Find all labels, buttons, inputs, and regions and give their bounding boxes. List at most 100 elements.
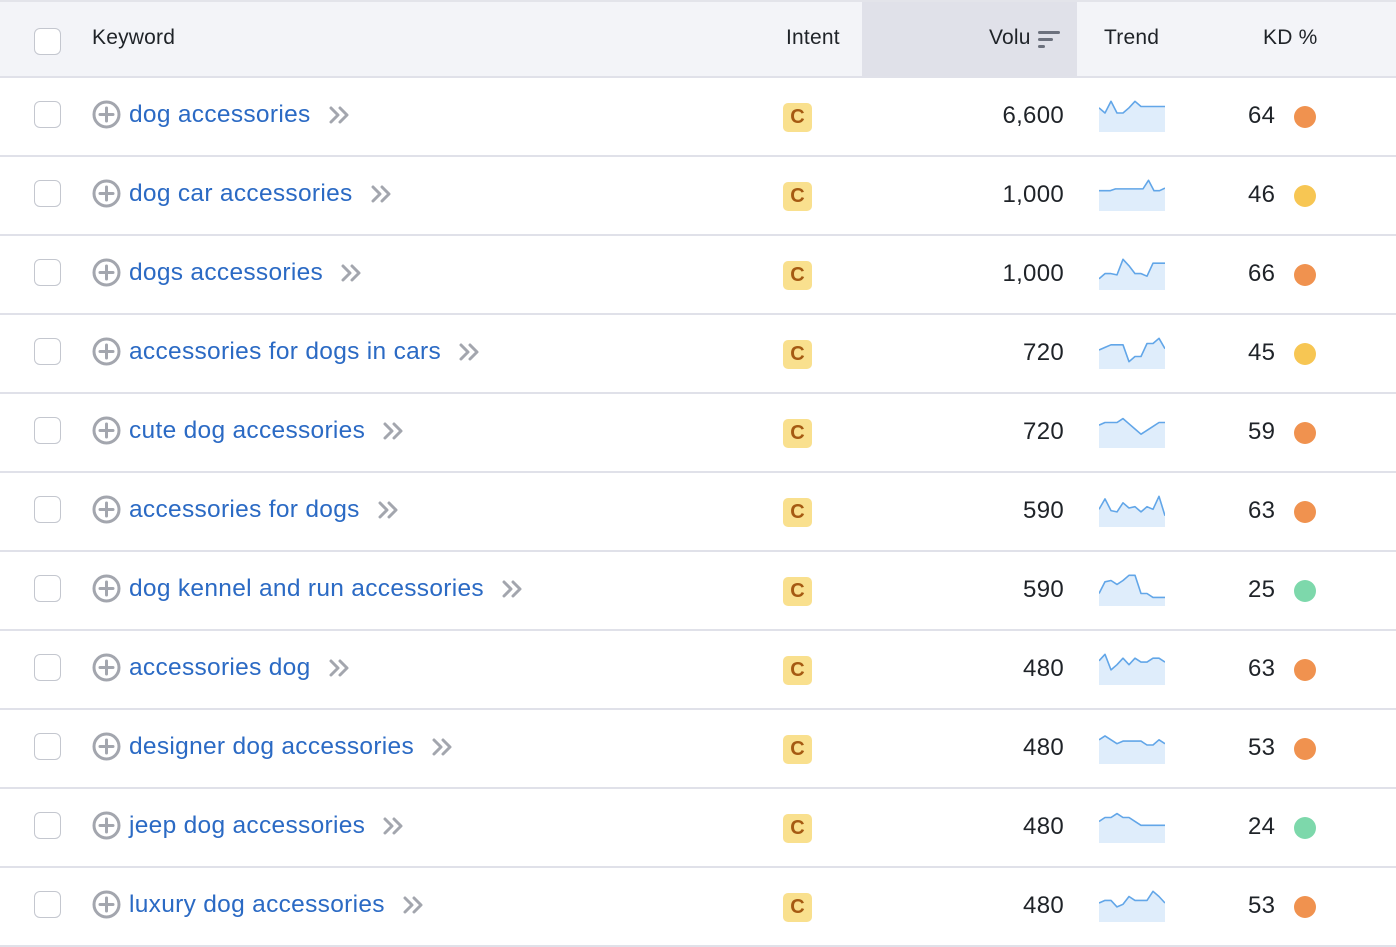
kd-difficulty-dot xyxy=(1294,738,1316,760)
kd-difficulty-dot xyxy=(1294,185,1316,207)
kd-difficulty-dot xyxy=(1294,817,1316,839)
keyword-cell: jeep dog accessories xyxy=(92,811,406,840)
table-row: luxury dog accessories C 480 53 xyxy=(0,868,1396,947)
keyword-link[interactable]: dog car accessories xyxy=(129,180,353,208)
keyword-link[interactable]: jeep dog accessories xyxy=(129,812,365,840)
kd-value: 24 xyxy=(1248,813,1276,840)
column-header-trend[interactable]: Trend xyxy=(1104,26,1159,50)
kd-difficulty-dot xyxy=(1294,343,1316,365)
keyword-details-chevrons-icon[interactable] xyxy=(377,500,401,520)
column-header-intent[interactable]: Intent xyxy=(786,26,840,50)
intent-badge-commercial[interactable]: C xyxy=(783,261,812,290)
keyword-details-chevrons-icon[interactable] xyxy=(370,184,394,204)
trend-area xyxy=(1099,180,1165,211)
column-header-keyword[interactable]: Keyword xyxy=(92,26,175,50)
row-checkbox[interactable] xyxy=(34,812,61,839)
add-to-list-icon[interactable] xyxy=(92,574,121,603)
row-checkbox[interactable] xyxy=(34,417,61,444)
volume-value: 720 xyxy=(1023,418,1064,445)
row-checkbox[interactable] xyxy=(34,654,61,681)
intent-badge-commercial[interactable]: C xyxy=(783,893,812,922)
keyword-link[interactable]: cute dog accessories xyxy=(129,417,365,445)
trend-area xyxy=(1099,575,1165,606)
add-to-list-icon[interactable] xyxy=(92,495,121,524)
keyword-link[interactable]: dog kennel and run accessories xyxy=(129,575,484,603)
add-to-list-icon[interactable] xyxy=(92,890,121,919)
intent-badge-commercial[interactable]: C xyxy=(783,103,812,132)
intent-badge-commercial[interactable]: C xyxy=(783,498,812,527)
select-all-checkbox[interactable] xyxy=(34,28,61,55)
table-row: dog kennel and run accessories C 590 25 xyxy=(0,552,1396,631)
keyword-details-chevrons-icon[interactable] xyxy=(402,895,426,915)
keyword-table: Keyword Intent Volu Trend KD % dog acces… xyxy=(0,0,1396,947)
row-checkbox[interactable] xyxy=(34,733,61,760)
keyword-details-chevrons-icon[interactable] xyxy=(382,421,406,441)
table-row: dogs accessories C 1,000 66 xyxy=(0,236,1396,315)
keyword-link[interactable]: accessories for dogs in cars xyxy=(129,338,441,366)
keyword-details-chevrons-icon[interactable] xyxy=(458,342,482,362)
keyword-link[interactable]: designer dog accessories xyxy=(129,733,414,761)
intent-badge-commercial[interactable]: C xyxy=(783,340,812,369)
keyword-cell: designer dog accessories xyxy=(92,732,455,761)
row-checkbox[interactable] xyxy=(34,180,61,207)
intent-badge-commercial[interactable]: C xyxy=(783,735,812,764)
keyword-cell: accessories for dogs xyxy=(92,495,401,524)
trend-sparkline xyxy=(1099,179,1165,211)
trend-sparkline xyxy=(1099,417,1165,448)
row-checkbox[interactable] xyxy=(34,101,61,128)
keyword-details-chevrons-icon[interactable] xyxy=(328,658,352,678)
keyword-link[interactable]: accessories for dogs xyxy=(129,496,360,524)
keyword-details-chevrons-icon[interactable] xyxy=(382,816,406,836)
add-to-list-icon[interactable] xyxy=(92,653,121,682)
keyword-link[interactable]: accessories dog xyxy=(129,654,311,682)
intent-badge-commercial[interactable]: C xyxy=(783,656,812,685)
kd-value: 46 xyxy=(1248,181,1276,208)
keyword-details-chevrons-icon[interactable] xyxy=(501,579,525,599)
table-header: Keyword Intent Volu Trend KD % xyxy=(0,0,1396,78)
intent-badge-commercial[interactable]: C xyxy=(783,419,812,448)
row-checkbox[interactable] xyxy=(34,259,61,286)
table-row: designer dog accessories C 480 53 xyxy=(0,710,1396,789)
trend-area xyxy=(1099,735,1165,764)
intent-badge-commercial[interactable]: C xyxy=(783,182,812,211)
table-row: cute dog accessories C 720 59 xyxy=(0,394,1396,473)
keyword-cell: dog kennel and run accessories xyxy=(92,574,525,603)
column-header-volume[interactable]: Volu xyxy=(989,26,1031,50)
volume-value: 480 xyxy=(1023,655,1064,682)
kd-difficulty-dot xyxy=(1294,580,1316,602)
intent-badge-commercial[interactable]: C xyxy=(783,814,812,843)
add-to-list-icon[interactable] xyxy=(92,179,121,208)
add-to-list-icon[interactable] xyxy=(92,100,121,129)
volume-value: 590 xyxy=(1023,497,1064,524)
row-checkbox[interactable] xyxy=(34,496,61,523)
keyword-details-chevrons-icon[interactable] xyxy=(431,737,455,757)
row-checkbox[interactable] xyxy=(34,575,61,602)
keyword-link[interactable]: dogs accessories xyxy=(129,259,323,287)
kd-value: 59 xyxy=(1248,418,1276,445)
sort-descending-icon[interactable] xyxy=(1038,31,1062,49)
keyword-details-chevrons-icon[interactable] xyxy=(340,263,364,283)
trend-area xyxy=(1099,338,1165,369)
add-to-list-icon[interactable] xyxy=(92,416,121,445)
column-header-kd[interactable]: KD % xyxy=(1263,26,1317,50)
keyword-details-chevrons-icon[interactable] xyxy=(328,105,352,125)
add-to-list-icon[interactable] xyxy=(92,337,121,366)
trend-sparkline xyxy=(1099,735,1165,764)
trend-sparkline xyxy=(1099,890,1165,922)
table-row: dog accessories C 6,600 64 xyxy=(0,78,1396,157)
add-to-list-icon[interactable] xyxy=(92,732,121,761)
keyword-link[interactable]: luxury dog accessories xyxy=(129,891,385,919)
volume-value: 480 xyxy=(1023,892,1064,919)
add-to-list-icon[interactable] xyxy=(92,811,121,840)
row-checkbox[interactable] xyxy=(34,891,61,918)
kd-value: 45 xyxy=(1248,339,1276,366)
volume-value: 6,600 xyxy=(1002,102,1064,129)
keyword-cell: dog car accessories xyxy=(92,179,394,208)
keyword-link[interactable]: dog accessories xyxy=(129,101,311,129)
kd-value: 25 xyxy=(1248,576,1276,603)
row-checkbox[interactable] xyxy=(34,338,61,365)
trend-sparkline xyxy=(1099,574,1165,606)
add-to-list-icon[interactable] xyxy=(92,258,121,287)
trend-area xyxy=(1099,891,1165,922)
intent-badge-commercial[interactable]: C xyxy=(783,577,812,606)
